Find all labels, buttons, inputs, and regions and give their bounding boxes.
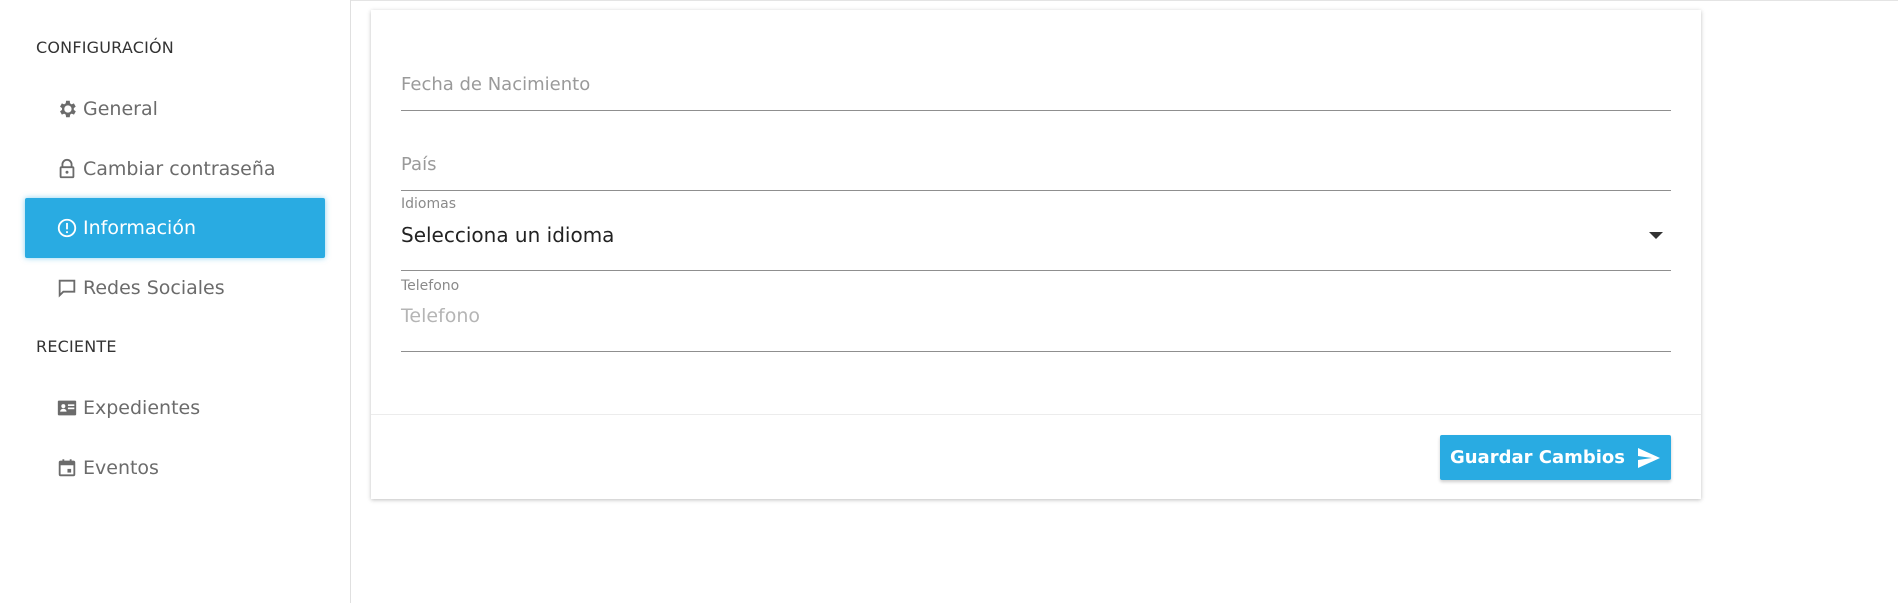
save-changes-button[interactable]: Guardar Cambios	[1440, 435, 1671, 480]
gear-icon	[56, 98, 78, 120]
phone-field[interactable]: Telefono Telefono	[401, 278, 1671, 354]
phone-placeholder: Telefono	[401, 305, 481, 327]
chevron-down-icon[interactable]	[1649, 232, 1663, 239]
sidebar-item-label: Información	[83, 217, 196, 239]
birthdate-placeholder: Fecha de Nacimiento	[401, 74, 591, 95]
phone-label: Telefono	[401, 278, 460, 294]
sidebar-item-eventos[interactable]: Eventos	[25, 438, 325, 498]
language-select[interactable]: Idiomas Selecciona un idioma	[401, 196, 1671, 272]
id-card-icon	[56, 397, 78, 419]
information-form-card: Fecha de Nacimiento País Idiomas Selecci…	[371, 10, 1701, 499]
sidebar-item-label: Cambiar contraseña	[83, 158, 276, 180]
country-underline	[401, 190, 1671, 191]
card-actions-divider	[371, 414, 1701, 415]
section-title-reciente: RECIENTE	[36, 337, 117, 356]
chat-icon	[56, 277, 78, 299]
sidebar-item-label: Redes Sociales	[83, 277, 225, 299]
sidebar-item-informacion[interactable]: Información	[25, 198, 325, 258]
sidebar-item-cambiar-contrasena[interactable]: Cambiar contraseña	[25, 139, 325, 199]
sidebar-item-expedientes[interactable]: Expedientes	[25, 378, 325, 438]
sidebar-item-general[interactable]: General	[25, 79, 325, 139]
language-underline	[401, 270, 1671, 271]
sidebar-item-label: Eventos	[83, 457, 159, 479]
birthdate-field[interactable]: Fecha de Nacimiento	[401, 60, 1671, 112]
sidebar-item-label: General	[83, 98, 158, 120]
send-icon	[1637, 447, 1661, 469]
save-button-label: Guardar Cambios	[1449, 447, 1626, 468]
section-title-configuracion: CONFIGURACIÓN	[36, 38, 174, 57]
lock-icon	[56, 158, 78, 180]
birthdate-underline	[401, 110, 1671, 111]
calendar-icon	[56, 457, 78, 479]
phone-underline	[401, 351, 1671, 352]
sidebar-item-redes-sociales[interactable]: Redes Sociales	[25, 258, 325, 318]
language-selected-value: Selecciona un idioma	[401, 223, 615, 247]
language-label: Idiomas	[401, 196, 456, 212]
info-icon	[56, 217, 78, 239]
sidebar-item-label: Expedientes	[83, 397, 201, 419]
country-placeholder: País	[401, 154, 437, 175]
country-field[interactable]: País	[401, 138, 1671, 191]
settings-sidebar: CONFIGURACIÓN General Cambiar contraseña…	[0, 0, 351, 603]
